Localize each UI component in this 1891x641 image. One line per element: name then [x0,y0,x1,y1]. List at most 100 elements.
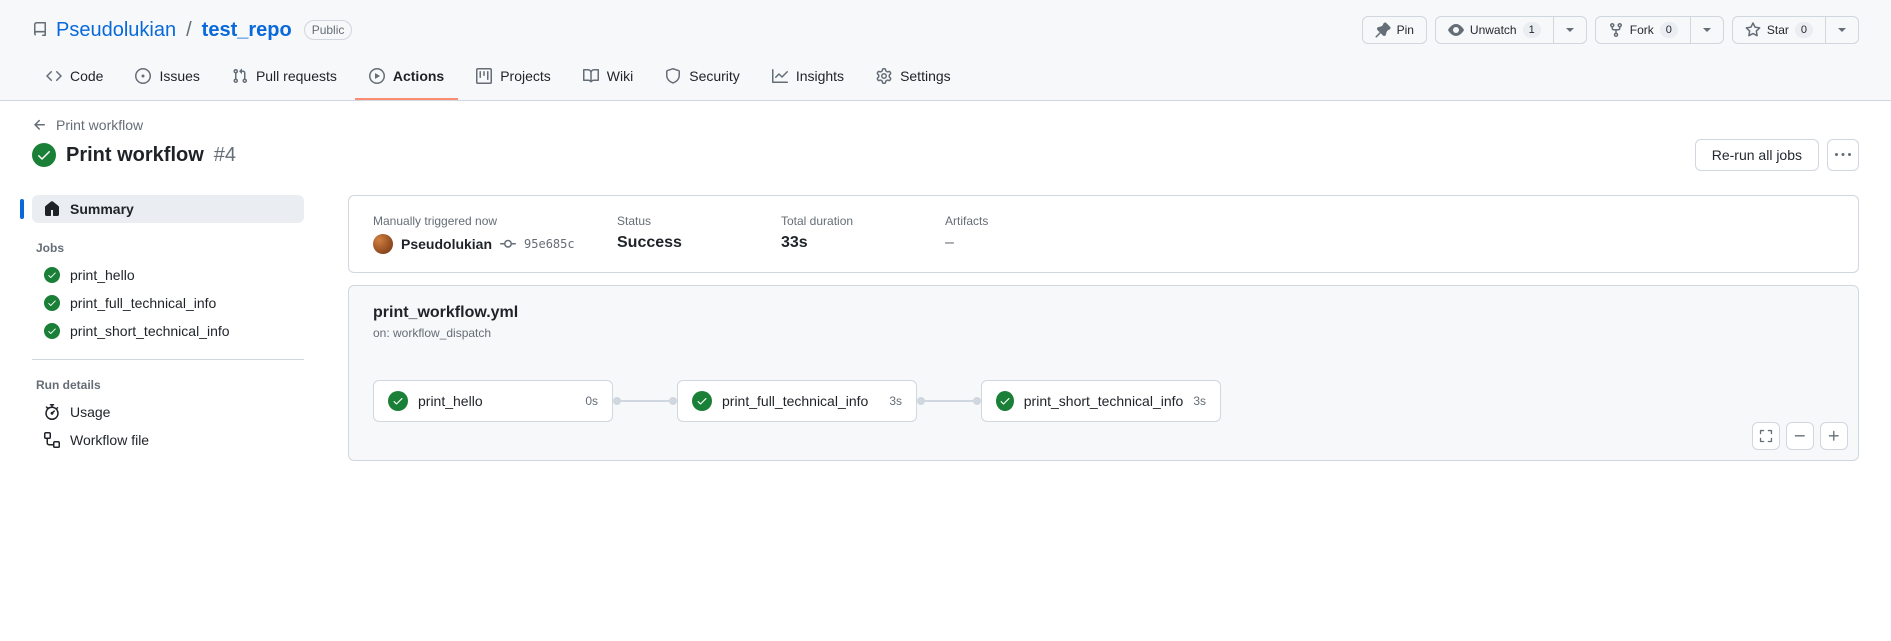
actions-icon [369,68,385,84]
tab-projects[interactable]: Projects [462,60,565,100]
star-icon [1745,22,1761,38]
divider [32,359,304,360]
tab-pull-requests[interactable]: Pull requests [218,60,351,100]
actor-link[interactable]: Pseudolukian [401,236,492,252]
back-link[interactable]: Print workflow [56,117,143,133]
job-graph[interactable]: print_hello 0s print_full_technical_info… [373,380,1834,422]
tab-code[interactable]: Code [32,60,117,100]
kebab-icon [1835,147,1851,163]
home-icon [44,201,60,217]
repo-header: Pseudolukian / test_repo Public Pin Unwa… [0,0,1891,101]
avatar[interactable] [373,234,393,254]
watch-count: 1 [1523,22,1541,38]
tab-issues[interactable]: Issues [121,60,213,100]
run-status-icon [32,143,56,167]
run-number: #4 [214,144,236,167]
star-button[interactable]: Star 0 [1732,16,1826,44]
sidebar-job-print-full-technical-info[interactable]: print_full_technical_info [32,289,304,317]
tab-security[interactable]: Security [651,60,754,100]
pin-icon [1375,22,1391,38]
fork-icon [1608,22,1624,38]
visibility-badge: Public [304,20,353,40]
job-card-print-full-technical-info[interactable]: print_full_technical_info 3s [677,380,917,422]
sidebar-item-label: Summary [70,201,134,217]
minus-icon [1793,428,1807,444]
code-icon [46,68,62,84]
zoom-out-button[interactable] [1786,422,1814,450]
trigger-label: Manually triggered now [373,214,593,228]
graph-connector [921,400,977,402]
duration-label: Total duration [781,214,921,228]
summary-panel: Manually triggered now Pseudolukian 95e6… [348,195,1859,273]
plus-icon [1827,428,1841,444]
artifacts-label: Artifacts [945,214,1085,228]
check-icon [44,295,60,311]
repo-name-link[interactable]: test_repo [202,19,292,42]
security-icon [665,68,681,84]
star-count: 0 [1795,22,1813,38]
job-name: print_hello [418,393,575,409]
sidebar-summary[interactable]: Summary [32,195,304,223]
artifacts-value: – [945,234,1085,252]
job-name: print_full_technical_info [722,393,879,409]
chevron-down-icon [1566,28,1574,32]
job-name: print_short_technical_info [1024,393,1184,409]
tab-actions[interactable]: Actions [355,60,458,100]
tab-insights[interactable]: Insights [758,60,858,100]
watch-menu-button[interactable] [1553,16,1587,44]
repo-nav: Code Issues Pull requests Actions Projec… [32,60,1859,100]
workflow-icon [44,432,60,448]
job-duration: 3s [889,394,902,408]
repo-icon [32,22,48,38]
job-duration: 3s [1193,394,1206,408]
commit-sha-link[interactable]: 95e685c [524,237,575,251]
fork-menu-button[interactable] [1690,16,1724,44]
status-label: Status [617,214,757,228]
tab-settings[interactable]: Settings [862,60,965,100]
eye-icon [1448,22,1464,38]
graph-panel: print_workflow.yml on: workflow_dispatch… [348,285,1859,461]
pin-button[interactable]: Pin [1362,16,1427,44]
check-icon [44,323,60,339]
run-title: Print workflow [66,144,204,167]
check-icon [996,391,1014,411]
jobs-heading: Jobs [32,241,304,255]
tab-wiki[interactable]: Wiki [569,60,647,100]
repo-title: Pseudolukian / test_repo Public [32,19,352,42]
fullscreen-icon [1759,428,1773,444]
gear-icon [876,68,892,84]
workflow-file-link[interactable]: Workflow file [32,426,304,454]
run-details-heading: Run details [32,378,304,392]
fork-button[interactable]: Fork 0 [1595,16,1691,44]
check-icon [388,391,408,411]
star-menu-button[interactable] [1825,16,1859,44]
repo-owner-link[interactable]: Pseudolukian [56,19,176,42]
stopwatch-icon [44,404,60,420]
job-card-print-short-technical-info[interactable]: print_short_technical_info 3s [981,380,1221,422]
job-card-print-hello[interactable]: print_hello 0s [373,380,613,422]
sidebar-job-print-short-technical-info[interactable]: print_short_technical_info [32,317,304,345]
sidebar-item-label: Workflow file [70,432,149,448]
insights-icon [772,68,788,84]
zoom-in-button[interactable] [1820,422,1848,450]
sidebar-item-label: Usage [70,404,110,420]
rerun-all-jobs-button[interactable]: Re-run all jobs [1695,139,1819,171]
chevron-down-icon [1703,28,1711,32]
sidebar-job-print-hello[interactable]: print_hello [32,261,304,289]
duration-value: 33s [781,234,921,252]
graph-connector [617,400,673,402]
fullscreen-button[interactable] [1752,422,1780,450]
arrow-left-icon[interactable] [32,117,48,133]
unwatch-button[interactable]: Unwatch 1 [1435,16,1554,44]
commit-icon [500,236,516,252]
run-menu-button[interactable] [1827,139,1859,171]
sidebar-item-label: print_short_technical_info [70,323,230,339]
repo-actions: Pin Unwatch 1 Fork 0 [1362,16,1859,44]
chevron-down-icon [1838,28,1846,32]
check-icon [44,267,60,283]
usage-link[interactable]: Usage [32,398,304,426]
wiki-icon [583,68,599,84]
job-duration: 0s [585,394,598,408]
pr-icon [232,68,248,84]
workflow-file-name[interactable]: print_workflow.yml [373,304,1834,322]
